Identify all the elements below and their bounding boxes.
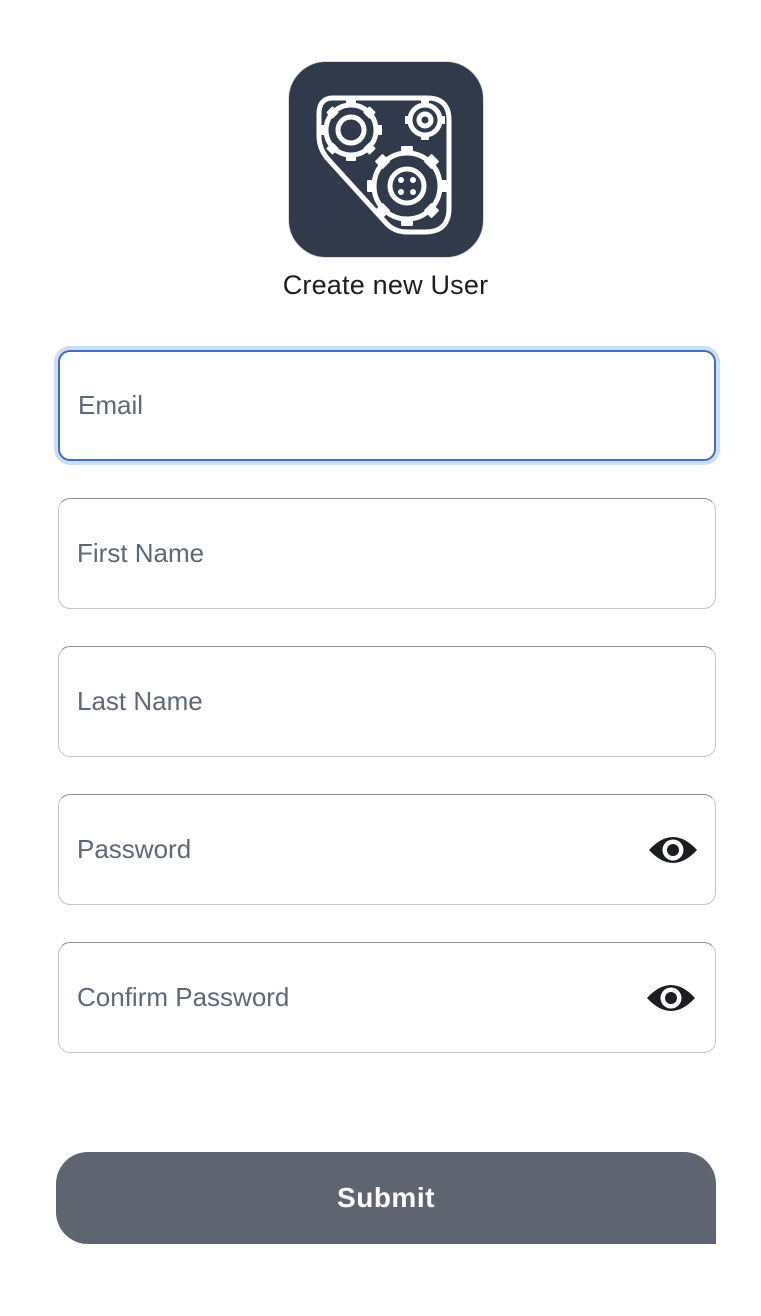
app-logo [288,61,484,258]
password-field[interactable] [58,794,716,905]
page-title: Create new User [282,270,489,300]
password-input[interactable] [77,795,637,904]
confirm-password-input[interactable] [77,943,637,1052]
last-name-input[interactable] [77,647,637,756]
confirm-password-field[interactable] [58,942,716,1053]
last-name-field[interactable] [58,646,716,757]
email-field[interactable] [58,350,716,461]
eye-icon[interactable] [647,833,699,867]
first-name-field[interactable] [58,498,716,609]
first-name-input[interactable] [77,499,637,608]
gears-icon [316,95,452,235]
email-input[interactable] [78,352,638,459]
eye-icon[interactable] [645,981,697,1015]
submit-button[interactable]: Submit [56,1152,716,1244]
